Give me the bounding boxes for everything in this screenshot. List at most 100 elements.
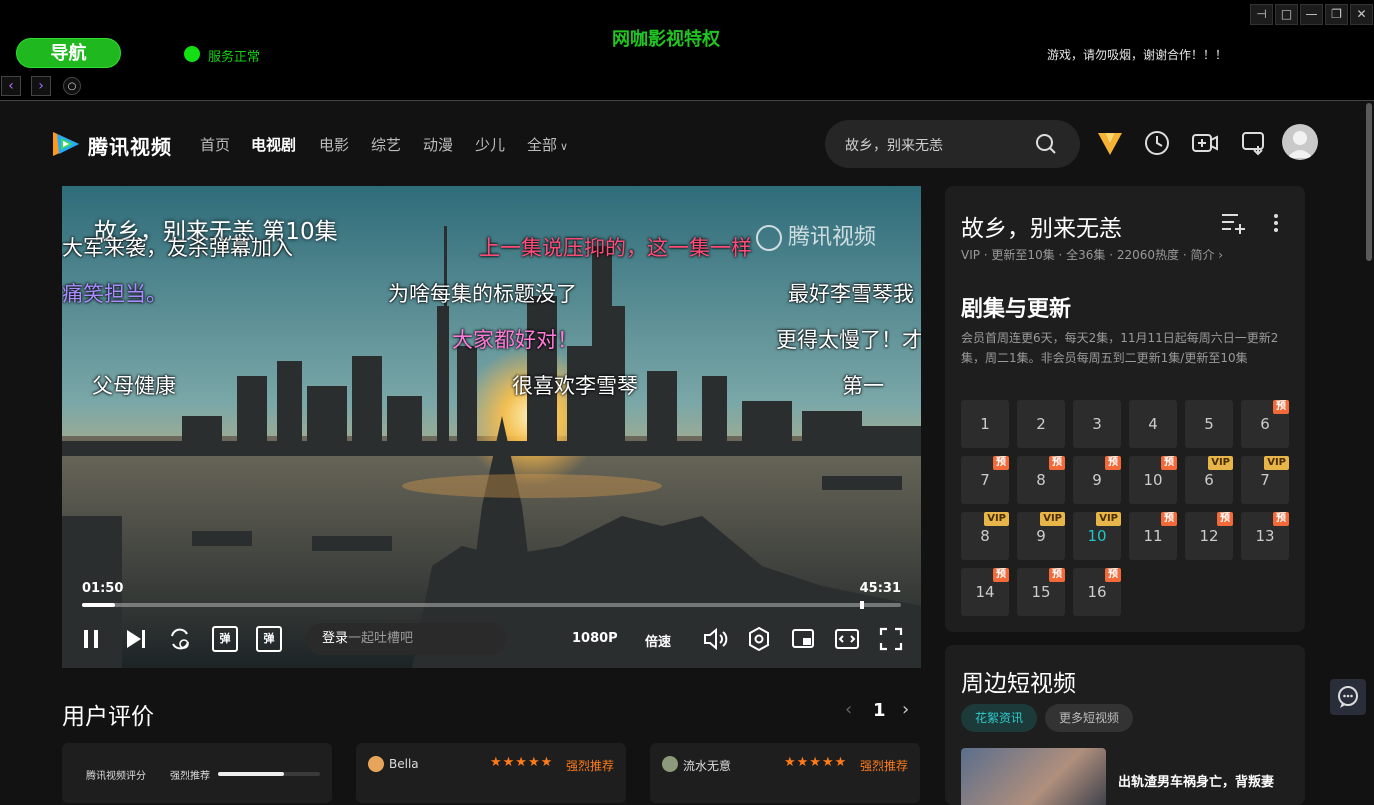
show-meta[interactable]: VIP · 更新至10集 · 全36集 · 22060热度 · 简介 › bbox=[961, 246, 1223, 263]
feedback-button[interactable] bbox=[1330, 679, 1366, 715]
show-title[interactable]: 故乡，别来无恙 bbox=[961, 209, 1122, 243]
episode-number: 10 bbox=[1143, 471, 1163, 489]
more-icon[interactable] bbox=[1267, 213, 1285, 233]
nav-movies[interactable]: 电影 bbox=[319, 134, 349, 155]
scrollbar-thumb[interactable] bbox=[1366, 103, 1372, 261]
danmaku-comment: 更得太慢了！才 bbox=[776, 328, 921, 352]
nav-home[interactable]: 首页 bbox=[200, 134, 230, 155]
refresh-icon[interactable]: ○ bbox=[63, 77, 81, 95]
episode-panel: 故乡，别来无恙 VIP · 更新至10集 · 全36集 · 22060热度 · … bbox=[945, 186, 1305, 632]
playlist-add-icon[interactable] bbox=[1220, 211, 1246, 235]
buffer-marker bbox=[860, 601, 865, 609]
nav-kids[interactable]: 少儿 bbox=[475, 134, 505, 155]
episode-12[interactable]: 7 VIP bbox=[1241, 456, 1289, 504]
nav-tv-series[interactable]: 电视剧 bbox=[251, 134, 296, 155]
episode-16[interactable]: 11 预 bbox=[1129, 512, 1177, 560]
rating-label: 腾讯视频评分 bbox=[86, 771, 146, 782]
episode-20[interactable]: 15 预 bbox=[1017, 568, 1065, 616]
short-video-caption[interactable]: 出轨渣男车祸身亡，背叛妻 bbox=[1118, 771, 1274, 790]
page-number: 1 bbox=[873, 700, 886, 721]
settings-icon[interactable] bbox=[746, 626, 772, 652]
nav-variety[interactable]: 综艺 bbox=[371, 134, 401, 155]
episode-18[interactable]: 13 预 bbox=[1241, 512, 1289, 560]
nav-button[interactable]: 导航 bbox=[16, 38, 121, 68]
tencent-video-logo-icon bbox=[53, 132, 79, 156]
danmaku-comment: 为啥每集的标题没了 bbox=[388, 282, 577, 306]
episode-6[interactable]: 6预 bbox=[1241, 400, 1289, 448]
episode-10[interactable]: 10 预 bbox=[1129, 456, 1177, 504]
danmaku-settings-icon[interactable]: 弹 bbox=[256, 626, 282, 652]
forward-arrow-icon[interactable]: › bbox=[31, 76, 51, 96]
review-card[interactable]: 流水无意 ★★★★★ 强烈推荐 bbox=[650, 743, 920, 803]
preview-badge: 预 bbox=[993, 456, 1009, 470]
episode-5[interactable]: 5 bbox=[1185, 400, 1233, 448]
vip-badge: VIP bbox=[1096, 512, 1121, 526]
episode-1[interactable]: 1 bbox=[961, 400, 1009, 448]
quality-selector[interactable]: 1080P bbox=[572, 631, 618, 646]
pause-icon[interactable] bbox=[79, 626, 105, 652]
maximize-icon[interactable]: ❐ bbox=[1325, 4, 1348, 25]
pin-icon[interactable]: ⊣ bbox=[1250, 4, 1273, 25]
preview-badge: 预 bbox=[1105, 456, 1121, 470]
episode-9[interactable]: 9预 bbox=[1073, 456, 1121, 504]
nav-all-label: 全部 bbox=[527, 136, 558, 154]
episode-21[interactable]: 16 预 bbox=[1073, 568, 1121, 616]
episode-19[interactable]: 14 预 bbox=[961, 568, 1009, 616]
chip-behind-the-scenes[interactable]: 花絮资讯 bbox=[961, 704, 1038, 732]
reviewer-name[interactable]: Bella bbox=[389, 757, 419, 771]
search-icon[interactable] bbox=[1034, 132, 1058, 156]
episode-3[interactable]: 3 bbox=[1073, 400, 1121, 448]
status-indicator-icon bbox=[184, 46, 200, 62]
next-episode-icon[interactable] bbox=[123, 626, 149, 652]
danmaku-toggle-icon[interactable]: 弹 bbox=[212, 626, 238, 652]
preview-badge: 预 bbox=[1105, 568, 1121, 582]
logo-text[interactable]: 腾讯视频 bbox=[88, 131, 172, 160]
history-icon[interactable] bbox=[1142, 128, 1172, 158]
danmaku-login-link[interactable]: 登录 bbox=[322, 631, 348, 646]
strong-recommend-label: 强烈推荐 bbox=[170, 771, 210, 782]
chevron-right-icon[interactable]: › bbox=[902, 699, 909, 720]
episode-14[interactable]: 9 VIP bbox=[1017, 512, 1065, 560]
danmaku-comment: 最好李雪琴我 bbox=[788, 282, 914, 306]
episode-number: 9 bbox=[1036, 527, 1046, 545]
episode-8[interactable]: 8预 bbox=[1017, 456, 1065, 504]
volume-icon[interactable] bbox=[702, 626, 728, 652]
vip-icon[interactable] bbox=[1095, 128, 1125, 158]
episodes-heading: 剧集与更新 bbox=[961, 297, 1072, 322]
chevron-left-icon[interactable]: ‹ bbox=[845, 699, 852, 720]
reviewer-name[interactable]: 流水无意 bbox=[683, 757, 731, 774]
episode-17[interactable]: 12 预 bbox=[1185, 512, 1233, 560]
download-screen-icon[interactable] bbox=[1239, 128, 1269, 158]
restore-icon[interactable]: □ bbox=[1275, 4, 1298, 25]
episode-2[interactable]: 2 bbox=[1017, 400, 1065, 448]
picture-in-picture-icon[interactable] bbox=[790, 626, 816, 652]
episode-number: 7 bbox=[980, 471, 990, 489]
search-input[interactable]: 故乡，别来无恙 bbox=[825, 120, 1080, 168]
episode-13[interactable]: 8 VIP bbox=[961, 512, 1009, 560]
episode-11[interactable]: 6 VIP bbox=[1185, 456, 1233, 504]
create-video-icon[interactable] bbox=[1190, 128, 1220, 158]
nav-anime[interactable]: 动漫 bbox=[423, 134, 453, 155]
episode-number: 5 bbox=[1204, 415, 1214, 433]
nav-all[interactable]: 全部 ∨ bbox=[527, 134, 568, 155]
back-arrow-icon[interactable]: ‹ bbox=[1, 76, 21, 96]
close-icon[interactable]: ✕ bbox=[1350, 4, 1373, 25]
danmaku-input[interactable]: 登录一起吐槽吧 bbox=[306, 623, 506, 655]
loop-icon[interactable] bbox=[167, 626, 193, 652]
episode-7[interactable]: 7预 bbox=[961, 456, 1009, 504]
minimize-icon[interactable]: — bbox=[1300, 4, 1323, 25]
short-video-thumbnail[interactable] bbox=[961, 748, 1106, 805]
theater-mode-icon[interactable] bbox=[834, 626, 860, 652]
progress-bar[interactable] bbox=[82, 601, 901, 609]
episode-4[interactable]: 4 bbox=[1129, 400, 1177, 448]
video-player[interactable]: 故乡，别来无恙 第10集 腾讯视频 大军来袭，友杀弹幕加入 上一集说压抑的，这一… bbox=[62, 186, 921, 668]
chip-more-shorts[interactable]: 更多短视频 bbox=[1045, 704, 1134, 732]
avatar[interactable] bbox=[1282, 124, 1318, 160]
video-watermark: 腾讯视频 bbox=[756, 219, 876, 251]
episode-15[interactable]: 10 VIP bbox=[1073, 512, 1121, 560]
review-card[interactable]: Bella ★★★★★ 强烈推荐 bbox=[356, 743, 626, 803]
danmaku-comment: 痛笑担当。 bbox=[62, 282, 167, 306]
fullscreen-icon[interactable] bbox=[878, 626, 904, 652]
speed-selector[interactable]: 倍速 bbox=[645, 631, 671, 650]
shell-notice: 游戏，请勿吸烟，谢谢合作！！！ bbox=[1047, 48, 1228, 62]
